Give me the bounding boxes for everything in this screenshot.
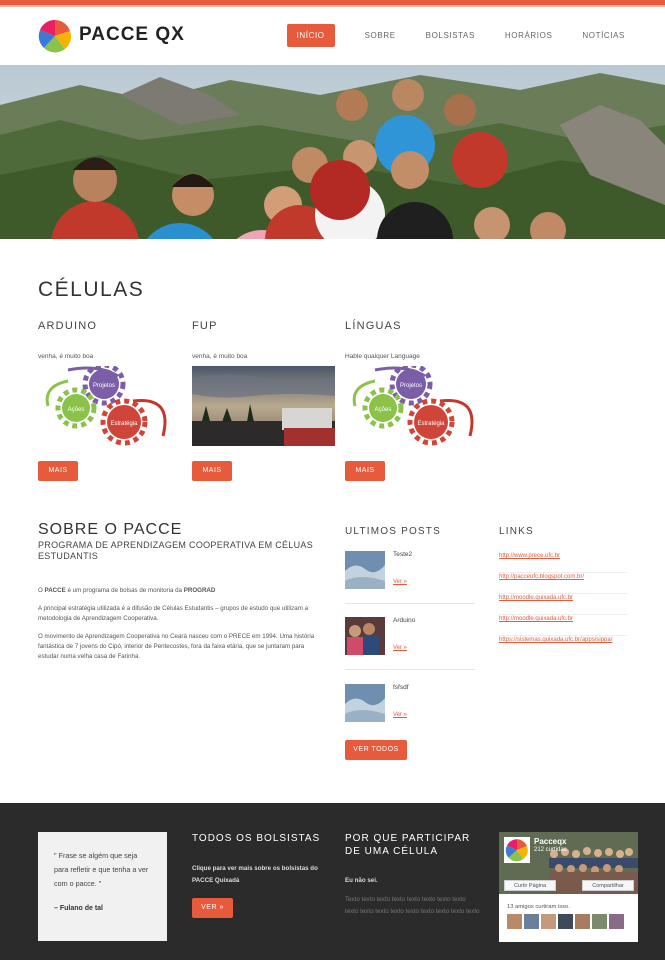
main-nav: INÍCIO SOBRE BOLSISTAS HORÁRIOS NOTÍCIAS [286, 24, 625, 47]
avatar[interactable] [507, 914, 522, 929]
celula-title[interactable]: ARDUINO [38, 320, 181, 332]
diagram-label-acoes: Ações [375, 407, 392, 413]
about-paragraph-1: O PACCE é um programa de bolsas de monit… [38, 587, 216, 594]
celulas-heading: CÉLULAS [38, 278, 145, 301]
divider [345, 603, 475, 604]
avatar[interactable] [575, 914, 590, 929]
post-read-more-link[interactable]: Ver » [393, 645, 407, 651]
link-item[interactable]: http://www.prece.ufc.br [499, 552, 627, 573]
bolsistas-heading: TODOS OS BOLSISTAS [192, 833, 321, 844]
post-title[interactable]: Arduino [393, 617, 415, 624]
nav-item-horarios[interactable]: HORÁRIOS [505, 24, 552, 47]
link-item[interactable]: http://pacceufc.blogspot.com.br/ [499, 573, 627, 594]
celula-title[interactable]: FUP [192, 320, 335, 332]
post-item: fsfsdf Ver » [345, 684, 475, 744]
hero-group-photo [0, 65, 665, 239]
site-footer: " Frase se algém que seja para refletir … [0, 803, 665, 960]
post-title[interactable]: Teste2 [393, 551, 412, 558]
link-item[interactable]: https://sistemas.quixada.ufc.br/apps/sip… [499, 636, 627, 657]
nav-item-bolsistas[interactable]: BOLSISTAS [426, 24, 475, 47]
posts-heading: ULTIMOS POSTS [345, 526, 441, 537]
nav-item-sobre[interactable]: SOBRE [365, 24, 396, 47]
link-item[interactable]: http://moodle.quixada.ufc.br [499, 615, 627, 636]
avatar[interactable] [524, 914, 539, 929]
facebook-share-button[interactable]: Compartilhar [582, 880, 634, 891]
post-thumbnail-image[interactable] [345, 551, 385, 589]
links-list: http://www.prece.ufc.br http://pacceufc.… [499, 552, 627, 657]
link-item[interactable]: http://moodle.quixada.ufc.br [499, 594, 627, 615]
celula-title[interactable]: LÍNGUAS [345, 320, 488, 332]
bolsistas-text: Clique para ver mais sobre os bolsistas … [192, 865, 318, 884]
about-section: SOBRE O PACCE PROGRAMA DE APRENDIZAGEM C… [38, 521, 323, 662]
about-paragraph-2: A principal estratégia utilizada é a dif… [38, 605, 309, 622]
avatar[interactable] [558, 914, 573, 929]
brand-name[interactable]: PACCE QX [79, 24, 185, 46]
mais-button[interactable]: MAIS [345, 461, 385, 481]
post-thumbnail-image[interactable] [345, 617, 385, 655]
sunset-photo-image [192, 366, 335, 446]
avatar[interactable] [592, 914, 607, 929]
mais-button[interactable]: MAIS [192, 461, 232, 481]
post-read-more-link[interactable]: Ver » [393, 579, 407, 585]
diagram-label-projetos: Projetos [400, 383, 422, 389]
facebook-like-button[interactable]: Curtir Página [504, 880, 556, 891]
celula-card-fup: FUP venha, é muito boa MAIS [192, 320, 335, 481]
post-thumbnail-image[interactable] [345, 684, 385, 722]
ver-todos-button[interactable]: VER TODOS [345, 740, 407, 760]
participar-subtitle: Eu não sei. [345, 877, 378, 884]
post-read-more-link[interactable]: Ver » [393, 712, 407, 718]
site-header: PACCE QX INÍCIO SOBRE BOLSISTAS HORÁRIOS… [0, 7, 665, 65]
celula-desc: venha, é muito boa [192, 353, 248, 360]
celula-card-linguas: LÍNGUAS Hable qualquer Language Projetos… [345, 320, 488, 481]
participar-text: Texto texto texto texto texto texto text… [345, 896, 480, 915]
post-title[interactable]: fsfsdf [393, 684, 409, 691]
nav-item-noticias[interactable]: NOTÍCIAS [582, 24, 625, 47]
diagram-label-projetos: Projetos [93, 383, 115, 389]
post-item: Teste2 Ver » [345, 551, 475, 611]
celula-card-arduino: ARDUINO venha, é muito boa Projetos Açõe… [38, 320, 181, 481]
facebook-friends-avatars [507, 914, 626, 929]
nav-item-inicio[interactable]: INÍCIO [286, 24, 335, 47]
divider [345, 669, 475, 670]
facebook-page-name[interactable]: Pacceqx [534, 837, 566, 846]
participar-heading: POR QUE PARTICIPAR DE UMA CÉLULA [345, 833, 471, 857]
mais-button[interactable]: MAIS [38, 461, 78, 481]
quote-text: " Frase se algém que seja para refletir … [54, 851, 149, 888]
ver-bolsistas-button[interactable]: VER » [192, 898, 233, 918]
quote-author: – Fulano de tal [54, 905, 104, 912]
diagram-label-acoes: Ações [68, 407, 85, 413]
projetos-acoes-estrategia-diagram-icon: Projetos Ações Estratégia [352, 366, 474, 446]
about-paragraph-3: O movimento de Aprendizagem Cooperativa … [38, 633, 315, 660]
celula-desc: Hable qualquer Language [345, 353, 420, 360]
facebook-friends-text: 13 amigos curtiram isso. [507, 904, 570, 910]
avatar[interactable] [541, 914, 556, 929]
pacce-logo-icon[interactable] [38, 19, 72, 53]
post-item: Arduino Ver » [345, 617, 475, 677]
facebook-likes-count: 212 curtidas [534, 847, 567, 853]
quote-card: " Frase se algém que seja para refletir … [38, 832, 167, 941]
diagram-label-estrategia: Estratégia [110, 421, 138, 427]
projetos-acoes-estrategia-diagram-icon: Projetos Ações Estratégia [45, 366, 167, 446]
avatar[interactable] [609, 914, 624, 929]
celula-desc: venha, é muito boa [38, 353, 94, 360]
about-title: SOBRE O PACCE [38, 521, 183, 538]
diagram-label-estrategia: Estratégia [417, 421, 445, 427]
about-subtitle: PROGRAMA DE APRENDIZAGEM COOPERATIVA EM … [38, 540, 314, 561]
facebook-page-logo-icon[interactable] [504, 837, 530, 863]
facebook-page-widget[interactable]: Pacceqx 212 curtidas Curtir Página Compa… [499, 832, 638, 942]
links-heading: LINKS [499, 526, 534, 537]
